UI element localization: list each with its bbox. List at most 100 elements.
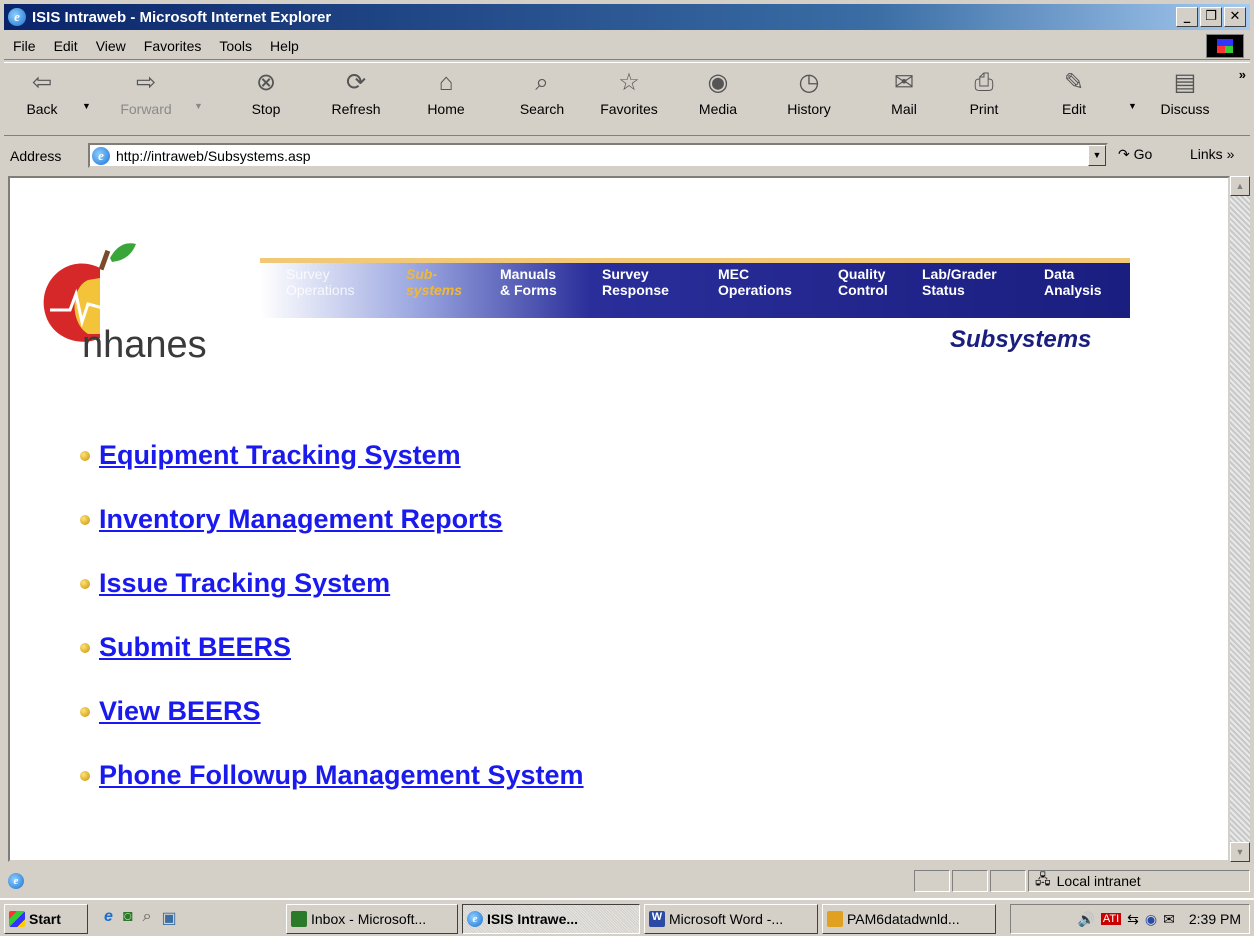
minimize-button[interactable]: _ [1176,7,1198,27]
toolbar: ⇦ Back ▼ ⇨ Forward ▼ ⊗ Stop ⟳ Refresh ⌂ Home … [4,62,1250,136]
start-button[interactable]: Start [4,904,88,934]
desktop-launch-icon[interactable]: ▣ [162,908,177,928]
maximize-button[interactable]: ❐ [1200,7,1222,27]
ie-launch-icon[interactable]: e [104,908,113,928]
links-button[interactable]: Links » [1190,146,1234,162]
menu-favorites[interactable]: Favorites [135,38,211,54]
forward-arrow-icon: ⇨ [135,69,157,96]
nav-subsystems[interactable]: Sub-systems [406,266,462,298]
bullet-icon [80,514,90,525]
zone-label: Local intranet [1056,873,1141,889]
title-bar[interactable]: e ISIS Intraweb - Microsoft Internet Exp… [4,4,1250,30]
close-button[interactable]: ✕ [1224,7,1246,27]
link-phone-followup[interactable]: Phone Followup Management System [99,760,584,791]
history-button[interactable]: ◷ History [780,69,838,117]
print-button[interactable]: ⎙ Print [964,69,1004,117]
mail-button[interactable]: ✉ Mail [884,69,924,117]
go-button[interactable]: ↷ Go [1118,146,1152,163]
scroll-up-button[interactable]: ▲ [1230,176,1250,196]
list-item: Equipment Tracking System [80,440,461,471]
list-item: Issue Tracking System [80,568,390,599]
browser-window: e ISIS Intraweb - Microsoft Internet Exp… [0,0,1254,936]
link-submit-beers[interactable]: Submit BEERS [99,632,291,663]
favorites-button[interactable]: ☆ Favorites [594,69,664,117]
scroll-down-button[interactable]: ▼ [1230,842,1250,862]
vertical-scrollbar[interactable]: ▲ ▼ [1230,176,1250,862]
clock[interactable]: 2:39 PM [1189,911,1241,927]
forward-button[interactable]: ⇨ Forward [116,69,176,117]
task-isis-intraweb[interactable]: e ISIS Intrawe... [462,904,640,934]
address-bar: Address e http://intraweb/Subsystems.asp… [4,140,1250,172]
nav-manuals-forms[interactable]: Manuals & Forms [500,266,557,298]
print-icon: ⎙ [974,69,994,96]
folder-icon [827,911,843,927]
brand-wordmark: nhanes [82,324,207,366]
address-dropdown[interactable]: ▼ [1088,145,1106,166]
bullet-icon [80,578,90,589]
status-page-icon: e [8,873,24,889]
taskbar: Start e ◙ ⌕ ▣ Inbox - Microsoft... e ISIS… [0,898,1254,936]
home-button[interactable]: ⌂ Home [422,69,470,117]
edit-dropdown[interactable]: ▼ [1128,101,1137,111]
media-button[interactable]: ◉ Media [694,69,742,117]
toolbar-more-chevron[interactable]: » [1239,67,1246,82]
status-cell [990,870,1026,892]
menu-help[interactable]: Help [261,38,308,54]
back-button[interactable]: ⇦ Back [22,69,62,117]
zone-cell: 🖧 Local intranet [1028,870,1250,892]
word-icon: W [649,911,665,927]
discuss-button[interactable]: ▤ Discuss [1152,69,1218,117]
link-issue-tracking[interactable]: Issue Tracking System [99,568,390,599]
task-word[interactable]: W Microsoft Word -... [644,904,818,934]
list-item: Phone Followup Management System [80,760,584,791]
ie-task-icon: e [467,911,483,927]
favorites-icon: ☆ [618,69,640,96]
address-field[interactable]: e http://intraweb/Subsystems.asp ▼ [88,143,1108,168]
menu-edit[interactable]: Edit [45,38,87,54]
windows-logo-icon [1206,34,1244,58]
task-pam6[interactable]: PAM6datadwnld... [822,904,996,934]
link-inventory-reports[interactable]: Inventory Management Reports [99,504,503,535]
envelope-icon[interactable]: ✉ [1163,911,1175,928]
quick-launch: e ◙ ⌕ ▣ [104,908,177,928]
menu-view[interactable]: View [87,38,135,54]
nav-data-analysis[interactable]: Data Analysis [1044,266,1102,298]
ie-icon: e [8,8,26,26]
list-item: View BEERS [80,696,261,727]
menu-tools[interactable]: Tools [210,38,261,54]
ati-icon[interactable]: ATI [1100,913,1122,925]
bullet-icon [80,642,90,653]
search-icon: ⌕ [535,69,549,96]
bullet-icon [80,450,90,461]
back-dropdown[interactable]: ▼ [82,101,91,111]
link-equipment-tracking[interactable]: Equipment Tracking System [99,440,461,471]
nav-quality-control[interactable]: Quality Control [838,266,888,298]
bullet-icon [80,706,90,717]
list-item: Submit BEERS [80,632,291,663]
network-icon[interactable]: ⇆ [1127,911,1139,928]
refresh-button[interactable]: ⟳ Refresh [326,69,386,117]
section-title: Subsystems [950,326,1092,353]
monitor-icon[interactable]: ◉ [1145,911,1157,928]
volume-icon[interactable]: 🔊 [1077,911,1094,928]
nav-survey-operations[interactable]: Survey Operations [286,266,354,298]
search-button[interactable]: ⌕ Search [514,69,570,117]
search-launch-icon[interactable]: ⌕ [143,908,152,928]
menu-file[interactable]: File [4,38,45,54]
stop-icon: ⊗ [255,69,277,96]
task-inbox[interactable]: Inbox - Microsoft... [286,904,458,934]
status-bar: e 🖧 Local intranet [4,868,1250,894]
nav-mec-operations[interactable]: MEC Operations [718,266,792,298]
outlook-icon [291,911,307,927]
nav-survey-response[interactable]: Survey Response [602,266,669,298]
nav-lab-grader-status[interactable]: Lab/Grader Status [922,266,997,298]
address-url[interactable]: http://intraweb/Subsystems.asp [116,148,311,164]
home-icon: ⌂ [438,69,454,96]
page-content: Survey Operations Sub-systems Manuals & Fo… [8,176,1230,862]
stop-button[interactable]: ⊗ Stop [244,69,288,117]
link-view-beers[interactable]: View BEERS [99,696,261,727]
list-item: Inventory Management Reports [80,504,503,535]
forward-dropdown[interactable]: ▼ [194,101,203,111]
outlook-launch-icon[interactable]: ◙ [123,908,133,928]
edit-button[interactable]: ✎ Edit [1056,69,1092,117]
